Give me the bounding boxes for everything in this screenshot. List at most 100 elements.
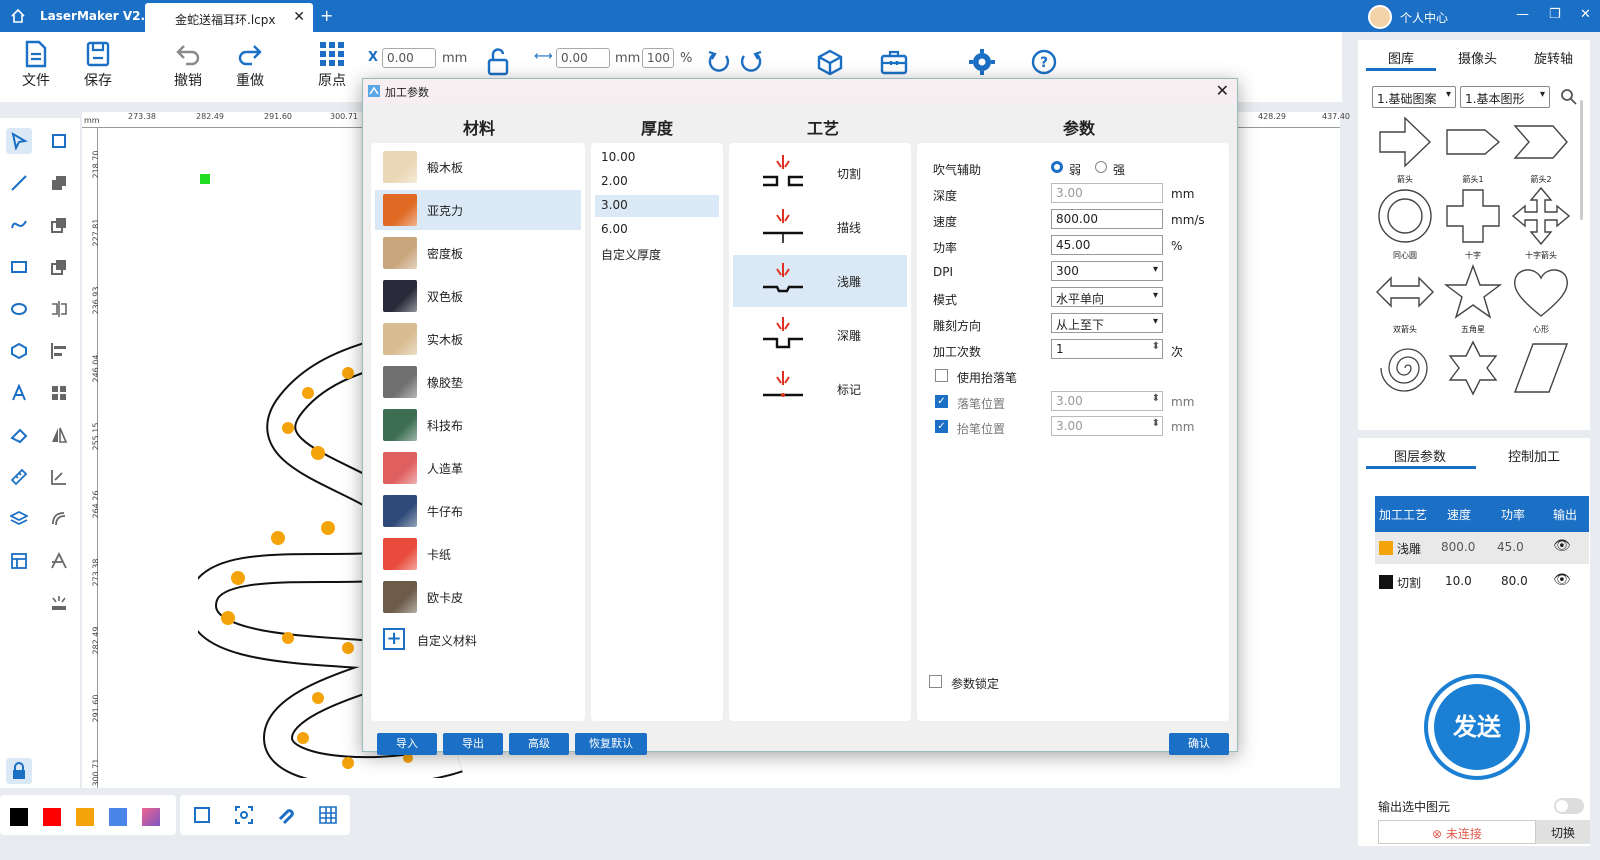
add-custom-material[interactable]: + 自定义材料 <box>375 620 581 660</box>
shape-six-point-star[interactable] <box>1440 340 1506 399</box>
process-line[interactable]: 描线 <box>733 201 907 253</box>
close-tab-icon[interactable]: ✕ <box>293 9 305 25</box>
new-tab-icon[interactable]: + <box>320 6 333 25</box>
eye-icon[interactable]: 👁 <box>1553 572 1571 588</box>
subcategory-select[interactable]: 1.基本图形 <box>1460 86 1550 108</box>
export-button[interactable]: 导出 <box>443 733 503 755</box>
color-swatch-red[interactable] <box>43 808 61 826</box>
cube-icon[interactable] <box>816 48 844 76</box>
shape-arrow[interactable]: 箭头 <box>1372 114 1438 185</box>
material-item[interactable]: 实木板 <box>375 319 581 359</box>
measure-tool-icon[interactable] <box>6 464 32 490</box>
edit-path-icon[interactable] <box>46 464 72 490</box>
switch-button[interactable]: 切换 <box>1536 820 1590 844</box>
close-window-icon[interactable]: ✕ <box>1580 7 1591 22</box>
depth-input[interactable]: 3.00 <box>1051 183 1163 203</box>
confirm-button[interactable]: 确认 <box>1169 733 1229 755</box>
dpi-select[interactable]: 300 <box>1051 261 1163 281</box>
tab-control[interactable]: 控制加工 <box>1508 446 1560 465</box>
tab-library[interactable]: 图库 <box>1388 48 1414 67</box>
tab-rotary[interactable]: 旋转轴 <box>1534 48 1573 67</box>
minimize-icon[interactable]: — <box>1516 7 1529 22</box>
eraser-tool-icon[interactable] <box>6 422 32 448</box>
layout-icon[interactable] <box>6 548 32 574</box>
rectangle-tool-icon[interactable] <box>6 254 32 280</box>
grid-icon[interactable] <box>318 805 338 825</box>
polygon-tool-icon[interactable] <box>6 338 32 364</box>
process-cut[interactable]: 切割 <box>733 147 907 199</box>
pen-down-checkbox[interactable]: ✓ <box>935 395 948 408</box>
connection-status[interactable]: ⊗ 未连接 <box>1378 820 1536 844</box>
material-item[interactable]: 密度板 <box>375 233 581 273</box>
material-item[interactable]: 欧卡皮 <box>375 577 581 617</box>
shape-star[interactable]: 五角星 <box>1440 263 1506 335</box>
material-item[interactable]: 双色板 <box>375 276 581 316</box>
shape-arrow2[interactable]: 箭头2 <box>1508 114 1574 185</box>
user-center-label[interactable]: 个人中心 <box>1400 9 1448 26</box>
magnet-icon[interactable] <box>276 805 296 825</box>
union-icon[interactable] <box>46 170 72 196</box>
air-strong-radio[interactable] <box>1095 161 1107 173</box>
library-scrollbar[interactable] <box>1580 100 1583 220</box>
color-swatch-blue[interactable] <box>109 808 127 826</box>
document-tab[interactable]: 金蛇送福耳环.lcpx ✕ <box>145 3 313 32</box>
align-icon[interactable] <box>46 338 72 364</box>
rotate-ccw-icon[interactable] <box>706 48 732 76</box>
curve-tool-icon[interactable] <box>6 212 32 238</box>
direction-select[interactable]: 从上至下 <box>1051 313 1163 333</box>
reset-default-button[interactable]: 恢复默认 <box>575 733 647 755</box>
layer-row[interactable]: 浅雕 800.0 45.0 👁 <box>1375 532 1589 564</box>
material-item[interactable]: 人造革 <box>375 448 581 488</box>
material-item[interactable]: 椴木板 <box>375 147 581 187</box>
speed-input[interactable]: 800.00 <box>1051 209 1163 229</box>
eye-icon[interactable]: 👁 <box>1553 538 1571 554</box>
shape-heart[interactable]: 心形 <box>1508 264 1574 335</box>
pen-up-input[interactable]: 3.00 <box>1051 416 1163 436</box>
color-swatch-black[interactable] <box>10 808 28 826</box>
material-item[interactable]: 橡胶垫 <box>375 362 581 402</box>
lock-icon[interactable] <box>6 758 32 784</box>
shape-arrow1[interactable]: 箭头1 <box>1440 114 1506 185</box>
redo-button[interactable]: 重做 <box>228 40 272 90</box>
lock-params-checkbox[interactable] <box>929 675 942 688</box>
laser-preview-icon[interactable] <box>46 590 72 616</box>
shape-double-arrow[interactable]: 双箭头 <box>1372 264 1438 335</box>
output-selected-toggle[interactable] <box>1554 798 1584 814</box>
x-input[interactable]: 0.00 <box>382 48 436 68</box>
intersect-icon[interactable] <box>46 254 72 280</box>
avatar[interactable] <box>1368 5 1392 29</box>
subtract-icon[interactable] <box>46 212 72 238</box>
thickness-item[interactable]: 自定义厚度 <box>595 243 719 265</box>
scale-input[interactable]: 100 <box>642 48 674 68</box>
power-input[interactable]: 45.00 <box>1051 235 1163 255</box>
shape-cross[interactable]: 十字 <box>1440 186 1506 261</box>
dialog-close-icon[interactable]: ✕ <box>1216 81 1229 100</box>
category-select[interactable]: 1.基础图案 <box>1372 86 1456 108</box>
material-item[interactable]: 卡纸 <box>375 534 581 574</box>
shape-parallelogram[interactable] <box>1508 340 1574 399</box>
select-tool-icon[interactable] <box>6 128 32 154</box>
width-input[interactable]: 0.00 <box>556 48 610 68</box>
array-icon[interactable] <box>46 380 72 406</box>
home-icon[interactable] <box>10 8 26 24</box>
advanced-button[interactable]: 高级 <box>509 733 569 755</box>
node-edit-icon[interactable] <box>46 128 72 154</box>
text-tool-icon[interactable] <box>6 380 32 406</box>
tab-layer-params[interactable]: 图层参数 <box>1394 446 1446 465</box>
weld-icon[interactable] <box>46 548 72 574</box>
mirror-icon[interactable] <box>46 296 72 322</box>
import-button[interactable]: 导入 <box>377 733 437 755</box>
pen-lift-checkbox[interactable] <box>935 369 948 382</box>
thickness-item[interactable]: 3.00 <box>595 195 719 217</box>
ellipse-tool-icon[interactable] <box>6 296 32 322</box>
flip-icon[interactable] <box>46 422 72 448</box>
layers-icon[interactable] <box>6 506 32 532</box>
material-item[interactable]: 科技布 <box>375 405 581 445</box>
search-icon[interactable] <box>1560 88 1578 106</box>
settings-gear-icon[interactable] <box>968 48 996 76</box>
air-weak-radio[interactable] <box>1051 161 1063 173</box>
thickness-item[interactable]: 6.00 <box>595 219 719 241</box>
process-mark[interactable]: 标记 <box>733 363 907 415</box>
process-shallow-engrave[interactable]: 浅雕 <box>733 255 907 307</box>
thickness-item[interactable]: 10.00 <box>595 147 719 169</box>
